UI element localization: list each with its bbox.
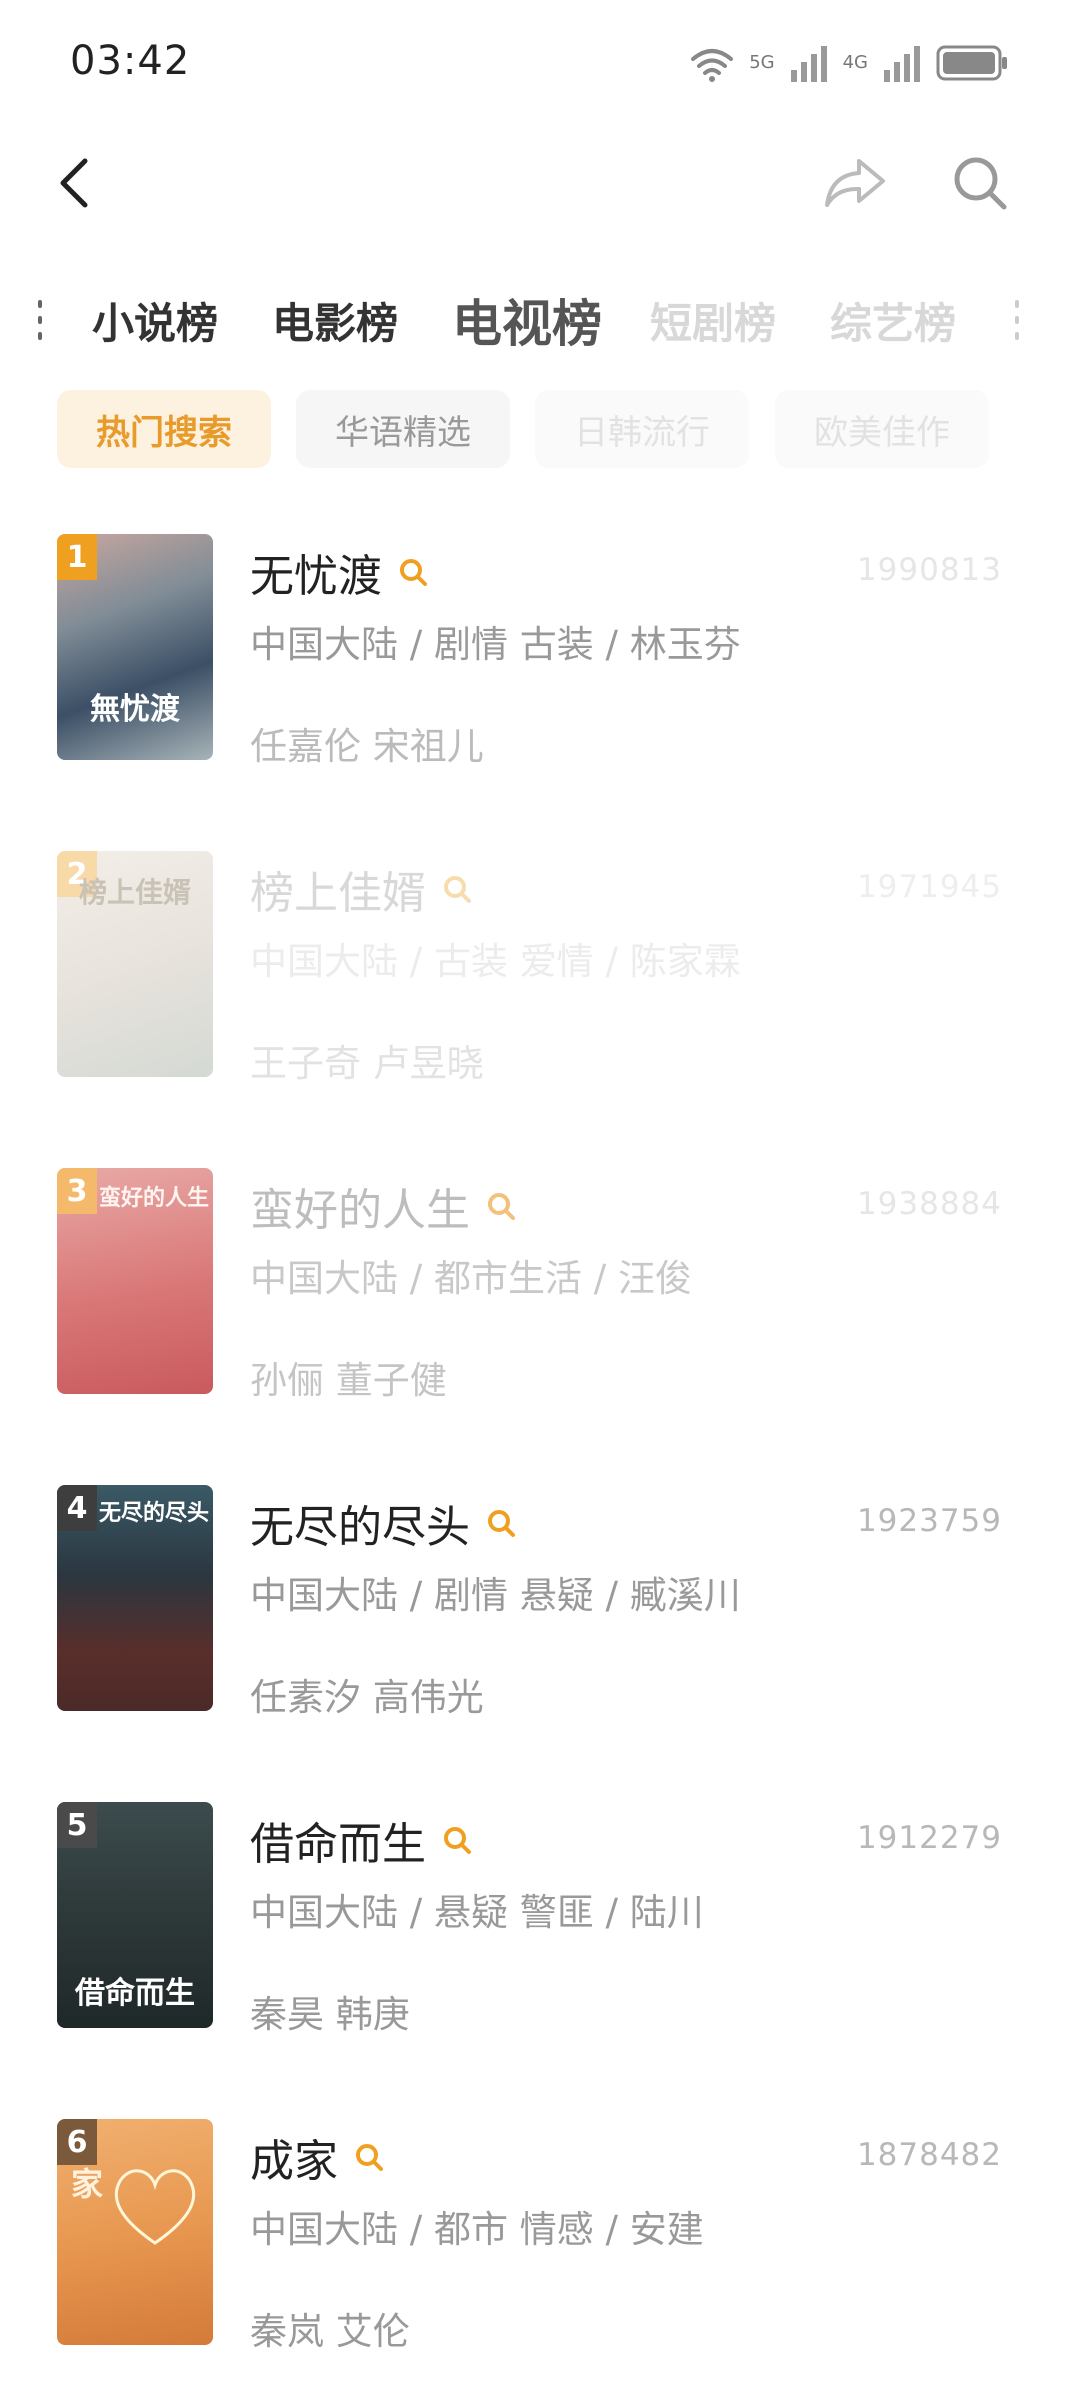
search-button[interactable] xyxy=(945,150,1015,220)
item-meta: 中国大陆 / 都市 情感 / 安建 xyxy=(250,2208,704,2251)
item-meta: 中国大陆 / 都市生活 / 汪俊 xyxy=(250,1257,692,1300)
heart-icon xyxy=(114,2169,196,2245)
status-icons: 5G 4G xyxy=(689,40,1010,86)
item-score: 1938884 xyxy=(856,1186,1002,1222)
poster-title: 榜上佳婿 xyxy=(78,876,191,909)
item-cast: 任素汐 高伟光 xyxy=(250,1676,484,1719)
item-title: 蛮好的人生 xyxy=(250,1185,470,1236)
item-title: 榜上佳婿 xyxy=(250,868,426,919)
tab-movie[interactable]: 电影榜 xyxy=(272,280,398,360)
search-icon[interactable] xyxy=(442,1825,472,1855)
poster-title: 无尽的尽头 xyxy=(98,1501,209,1526)
chip-chinese-picks[interactable]: 华语精选 xyxy=(296,390,510,468)
search-icon[interactable] xyxy=(354,2142,384,2172)
category-tabs: 小说榜 电影榜 电视榜 短剧榜 综艺榜 xyxy=(0,280,1080,360)
poster-image: 6 家 xyxy=(57,2119,213,2345)
item-score: 1912279 xyxy=(856,1820,1002,1856)
poster-title: 無忧渡 xyxy=(90,692,180,727)
list-item[interactable]: 4 无尽的尽头 无尽的尽头 1923759 中国大陆 / 剧情 悬疑 / 臧溪川… xyxy=(0,1485,1080,1719)
search-icon xyxy=(950,153,1010,217)
rank-badge: 1 xyxy=(57,534,97,580)
poster-image: 5 借命而生 xyxy=(57,1802,213,2028)
share-icon xyxy=(823,155,887,215)
tab-short-drama[interactable]: 短剧榜 xyxy=(650,280,776,360)
chip-western[interactable]: 欧美佳作 xyxy=(775,390,989,468)
item-title: 成家 xyxy=(250,2136,338,2187)
tab-tv[interactable]: 电视榜 xyxy=(452,280,602,360)
item-meta: 中国大陆 / 古装 爱情 / 陈家霖 xyxy=(250,940,741,983)
item-score: 1878482 xyxy=(856,2137,1002,2173)
poster-image: 1 無忧渡 xyxy=(57,534,213,760)
item-cast: 任嘉伦 宋祖儿 xyxy=(250,725,484,768)
title-row: 成家 xyxy=(250,2127,384,2187)
item-cast: 王子奇 卢昱晓 xyxy=(250,1042,484,1085)
signal-5g-icon xyxy=(789,44,829,82)
title-row: 蛮好的人生 xyxy=(250,1176,516,1236)
item-meta: 中国大陆 / 剧情 古装 / 林玉芬 xyxy=(250,623,741,666)
search-icon[interactable] xyxy=(486,1191,516,1221)
rank-badge: 3 xyxy=(57,1168,97,1214)
chevron-left-icon xyxy=(55,155,95,215)
poster-image: 4 无尽的尽头 xyxy=(57,1485,213,1711)
list-item[interactable]: 2 榜上佳婿 榜上佳婿 1971945 中国大陆 / 古装 爱情 / 陈家霖 王… xyxy=(0,851,1080,1085)
list-item[interactable]: 6 家 成家 1878482 中国大陆 / 都市 情感 / 安建 秦岚 艾伦 xyxy=(0,2119,1080,2353)
signal-4g-icon xyxy=(882,44,922,82)
item-title: 借命而生 xyxy=(250,1819,426,1870)
item-meta: 中国大陆 / 剧情 悬疑 / 臧溪川 xyxy=(250,1574,741,1617)
poster-image: 2 榜上佳婿 xyxy=(57,851,213,1077)
scroll-right-indicator xyxy=(1012,300,1022,340)
item-title: 无尽的尽头 xyxy=(250,1502,470,1553)
list-item[interactable]: 5 借命而生 借命而生 1912279 中国大陆 / 悬疑 警匪 / 陆川 秦昊… xyxy=(0,1802,1080,2036)
title-row: 无忧渡 xyxy=(250,542,428,602)
poster-title: 蛮好的人生 xyxy=(98,1186,209,1211)
rank-badge: 4 xyxy=(57,1485,97,1531)
title-row: 借命而生 xyxy=(250,1810,472,1870)
item-title: 无忧渡 xyxy=(250,551,382,602)
title-row: 榜上佳婿 xyxy=(250,859,472,919)
chip-jp-kr[interactable]: 日韩流行 xyxy=(535,390,749,468)
list-item[interactable]: 1 無忧渡 无忧渡 1990813 中国大陆 / 剧情 古装 / 林玉芬 任嘉伦… xyxy=(0,534,1080,768)
nav-bar xyxy=(0,130,1080,240)
poster-image: 3 蛮好的人生 xyxy=(57,1168,213,1394)
tab-variety[interactable]: 综艺榜 xyxy=(830,280,956,360)
scroll-left-indicator xyxy=(35,300,45,340)
network-4g-label: 4G xyxy=(842,52,868,73)
status-time: 03:42 xyxy=(70,38,191,84)
search-icon[interactable] xyxy=(486,1508,516,1538)
poster-title: 借命而生 xyxy=(75,1976,195,2011)
search-icon[interactable] xyxy=(398,557,428,587)
item-meta: 中国大陆 / 悬疑 警匪 / 陆川 xyxy=(250,1891,704,1934)
item-cast: 秦昊 韩庚 xyxy=(250,1993,410,2036)
battery-icon xyxy=(936,44,1010,82)
network-5g-label: 5G xyxy=(749,52,775,73)
item-score: 1971945 xyxy=(856,869,1002,905)
item-score: 1990813 xyxy=(856,552,1002,588)
item-score: 1923759 xyxy=(856,1503,1002,1539)
item-cast: 秦岚 艾伦 xyxy=(250,2310,410,2353)
item-cast: 孙俪 董子健 xyxy=(250,1359,447,1402)
filter-chips: 热门搜索 华语精选 日韩流行 欧美佳作 xyxy=(0,390,1080,470)
rank-badge: 5 xyxy=(57,1802,97,1848)
wifi-icon xyxy=(689,43,735,83)
search-icon[interactable] xyxy=(442,874,472,904)
share-button[interactable] xyxy=(820,150,890,220)
back-button[interactable] xyxy=(40,150,110,220)
list-item[interactable]: 3 蛮好的人生 蛮好的人生 1938884 中国大陆 / 都市生活 / 汪俊 孙… xyxy=(0,1168,1080,1402)
title-row: 无尽的尽头 xyxy=(250,1493,516,1553)
tab-novel[interactable]: 小说榜 xyxy=(92,280,218,360)
status-bar: 03:42 5G 4G xyxy=(0,0,1080,130)
chip-hot-search[interactable]: 热门搜索 xyxy=(57,390,271,468)
